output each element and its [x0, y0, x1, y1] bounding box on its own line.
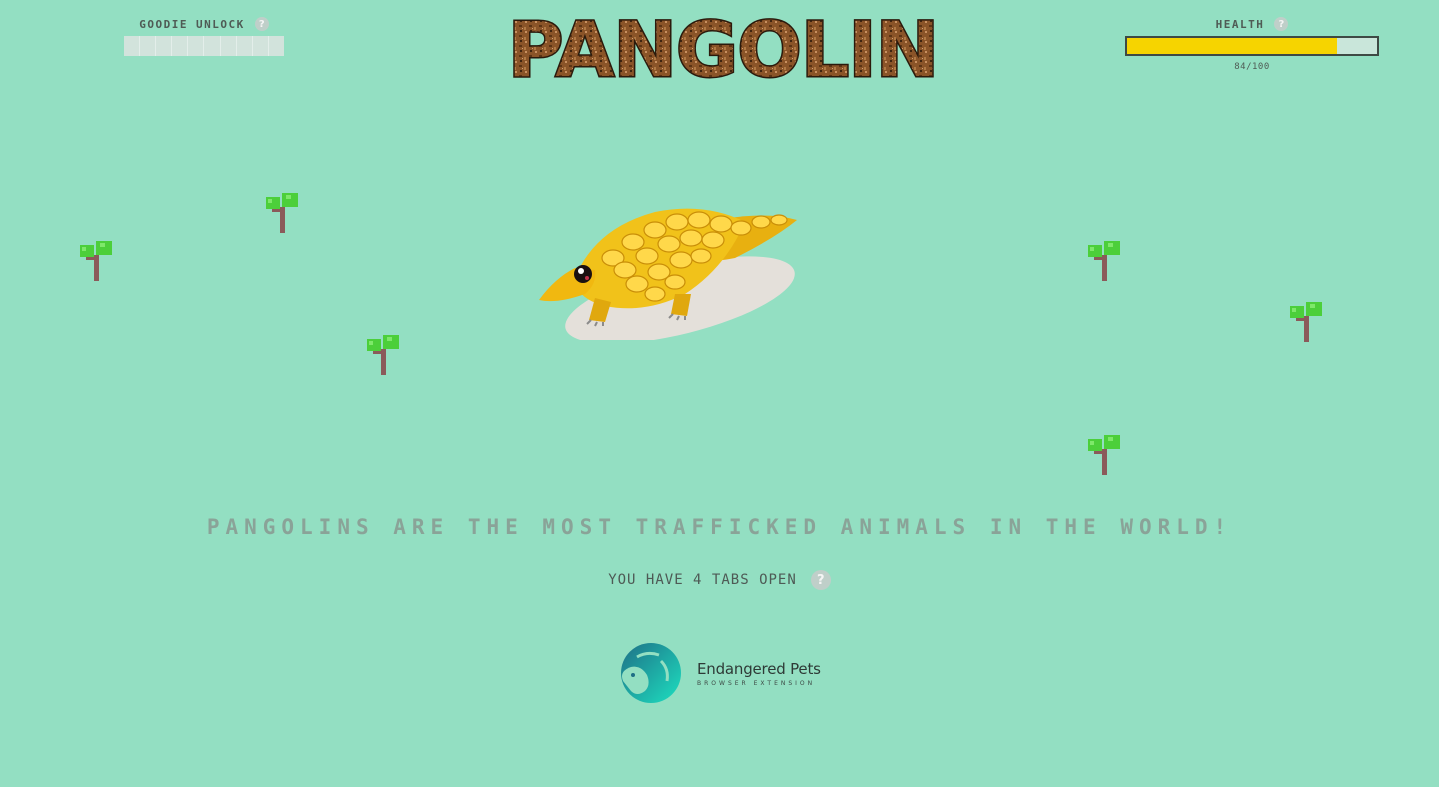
game-screen: Goodie Unlock ? P [0, 0, 1439, 787]
game-title-text: PANGOLIN [508, 5, 938, 90]
tree-icon [1088, 241, 1120, 281]
health-bar [1125, 36, 1379, 56]
game-title: PANGOLIN [508, 4, 938, 90]
pangolin-pet[interactable] [535, 198, 803, 340]
goodie-help-icon[interactable]: ? [254, 17, 269, 31]
goodie-progress-segment [252, 36, 269, 56]
goodie-progress-segment [268, 36, 284, 56]
health-panel: Health ? 84/100 [1125, 14, 1379, 72]
goodie-progress-segment [124, 36, 141, 56]
goodie-progress-segment [172, 36, 189, 56]
health-help-icon[interactable]: ? [1274, 17, 1289, 31]
goodie-unlock-label: Goodie Unlock [139, 17, 245, 31]
tree-icon [367, 335, 399, 375]
tree-icon [1088, 435, 1120, 475]
tree-icon [1290, 302, 1322, 342]
brand-subtitle: BROWSER EXTENSION [697, 679, 816, 687]
goodie-progress-segment [188, 36, 205, 56]
health-value-text: 84/100 [1234, 62, 1270, 72]
endangered-pets-brand[interactable]: Endangered Pets BROWSER EXTENSION [617, 640, 827, 706]
endangered-pets-logo [621, 643, 681, 703]
goodie-progress-segment [220, 36, 237, 56]
goodie-progress-bar [124, 36, 284, 56]
goodie-unlock-panel: Goodie Unlock ? [124, 14, 284, 56]
goodie-progress-segment [140, 36, 157, 56]
tabs-open-text: You have 4 tabs open [608, 572, 797, 588]
health-header: Health ? [1125, 14, 1379, 34]
health-label: Health [1215, 17, 1265, 31]
goodie-unlock-header: Goodie Unlock ? [124, 14, 284, 34]
pangolin-fact: Pangolins are the most trafficked animal… [206, 515, 1233, 539]
brand-name: Endangered Pets [697, 659, 821, 678]
goodie-progress-segment [236, 36, 253, 56]
tree-icon [80, 241, 112, 281]
goodie-progress-segment [156, 36, 173, 56]
brand-text: Endangered Pets BROWSER EXTENSION [697, 660, 821, 687]
tabs-open-row: You have 4 tabs open ? [0, 570, 1439, 590]
goodie-progress-segment [204, 36, 221, 56]
tree-icon [266, 193, 298, 233]
health-bar-fill [1127, 38, 1337, 54]
tabs-help-icon[interactable]: ? [810, 570, 831, 590]
